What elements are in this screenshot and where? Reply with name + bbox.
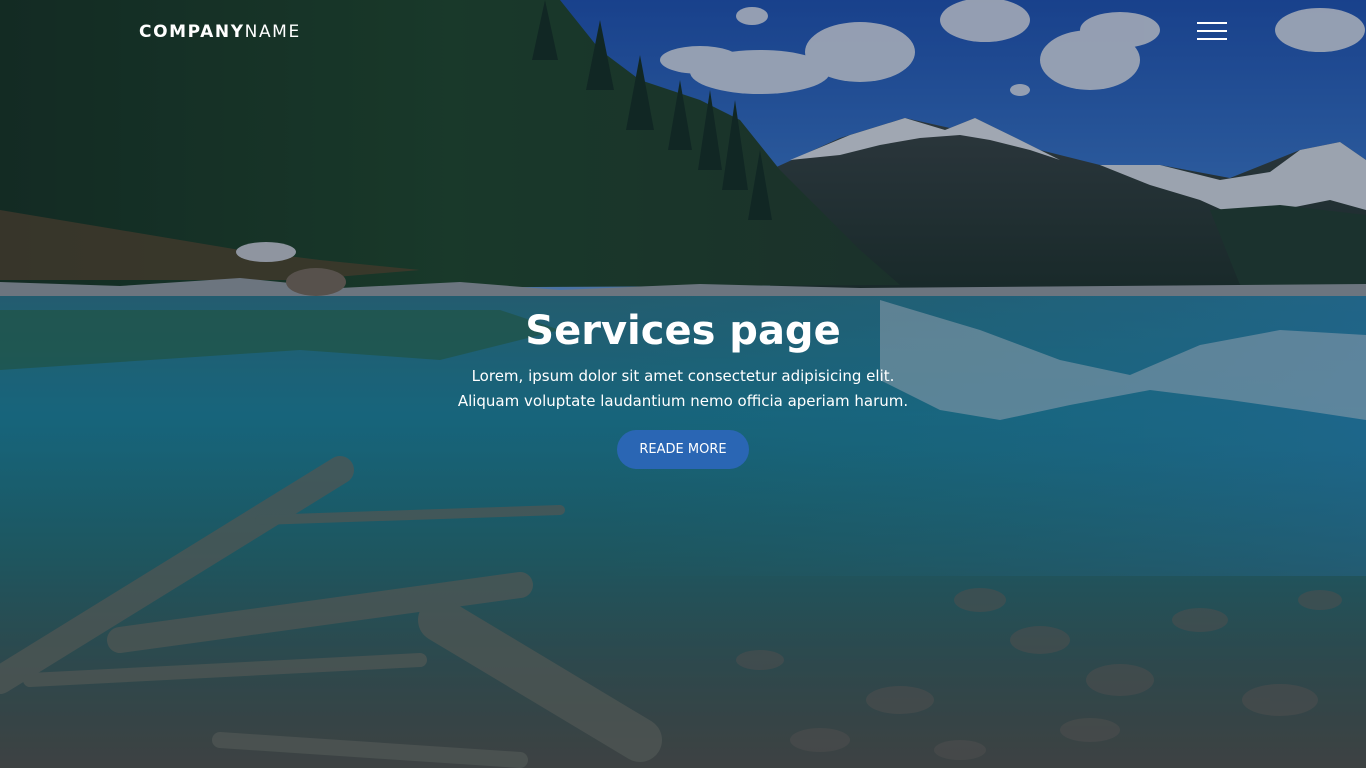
menu-bar-middle: [1197, 30, 1227, 32]
read-more-button[interactable]: READE MORE: [617, 430, 749, 469]
hero-content: Services page Lorem, ipsum dolor sit ame…: [0, 300, 1366, 469]
menu-bar-bottom: [1197, 38, 1227, 40]
brand-name-bold: COMPANY: [139, 22, 245, 42]
company-logo-link[interactable]: COMPANYNAME: [139, 20, 301, 44]
hero-section: COMPANYNAME Services page Lorem, ipsum d…: [0, 0, 1366, 768]
hero-subtitle-line-1: Lorem, ipsum dolor sit amet consectetur …: [471, 367, 895, 385]
page-title: Services page: [525, 308, 841, 354]
top-navbar: COMPANYNAME: [0, 0, 1366, 64]
hero-subtitle: Lorem, ipsum dolor sit amet consectetur …: [0, 364, 1366, 414]
menu-bar-top: [1197, 22, 1227, 24]
brand-name-light: NAME: [244, 22, 301, 42]
hero-subtitle-line-2: Aliquam voluptate laudantium nemo offici…: [457, 392, 909, 410]
hamburger-menu-icon[interactable]: [1196, 20, 1228, 44]
